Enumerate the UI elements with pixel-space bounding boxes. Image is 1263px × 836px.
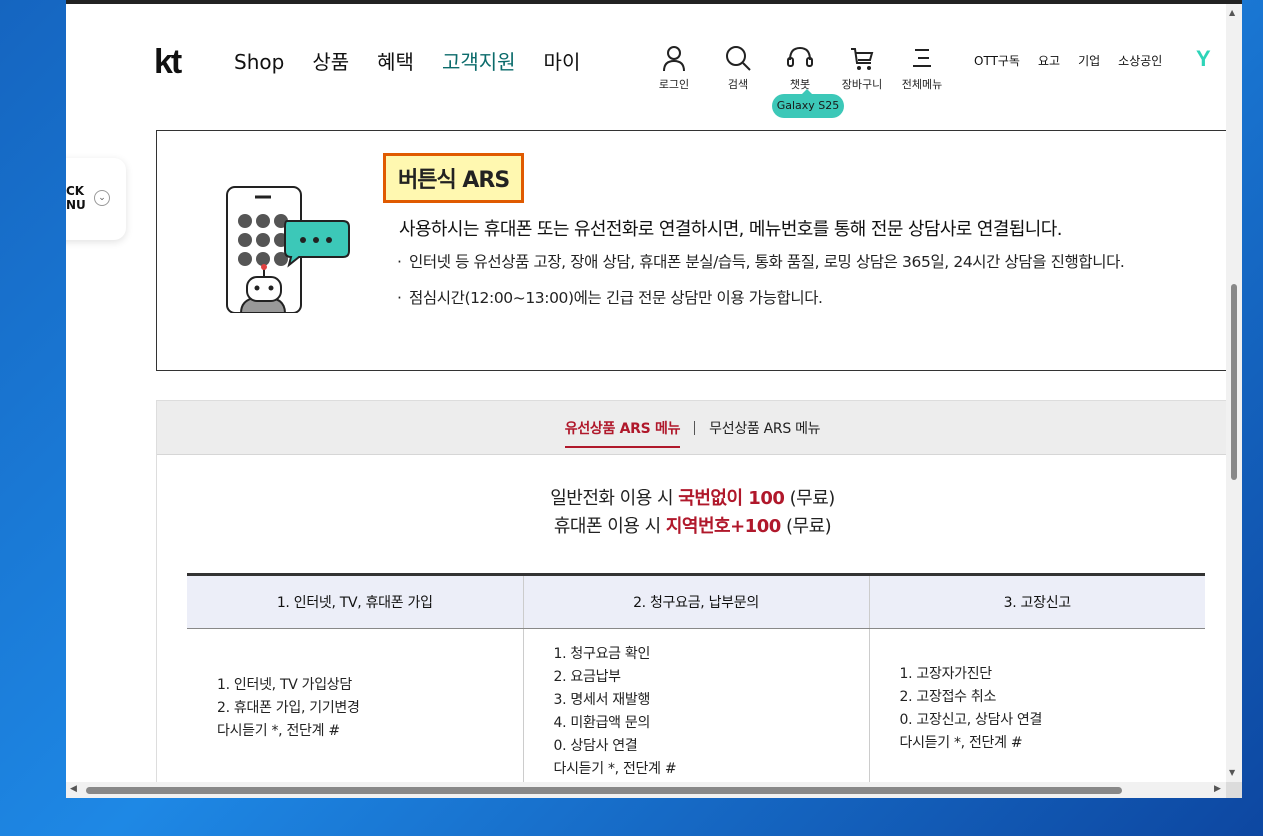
header-links: OTT구독 요고 기업 소상공인 [974, 52, 1162, 69]
link-small-business[interactable]: 소상공인 [1118, 52, 1162, 69]
chatbot-button[interactable]: 챗봇 [770, 44, 830, 92]
vertical-scroll-thumb[interactable] [1231, 284, 1237, 480]
call-info-landline: 일반전화 이용 시 국번없이 100 (무료) [550, 488, 835, 509]
horizontal-scrollbar[interactable]: ◀ ▶ [66, 782, 1226, 798]
table-row: 1. 인터넷, TV 가입상담 2. 휴대폰 가입, 기기변경 다시듣기 *, 전단… [187, 628, 1205, 789]
ars-bullet: 인터넷 등 유선상품 고장, 장애 상담, 휴대폰 분실/습득, 통화 품질, … [397, 249, 1187, 275]
quick-menu-label: CK NU [66, 184, 86, 212]
link-ott[interactable]: OTT구독 [974, 52, 1020, 69]
galaxy-badge[interactable]: Galaxy S25 [772, 89, 844, 118]
quick-menu[interactable]: CK NU ⌄ [66, 158, 126, 240]
ars-title-highlight: 버튼식 ARS [383, 153, 525, 203]
tab-wireless-ars[interactable]: 무선상품 ARS 메뉴 [709, 410, 820, 446]
scroll-left-icon[interactable]: ◀ [70, 784, 77, 794]
vertical-scrollbar[interactable]: ▲ ▼ [1226, 4, 1242, 784]
search-button[interactable]: 검색 [708, 44, 768, 92]
cart-icon [851, 48, 874, 70]
nav-products[interactable]: 상품 [312, 48, 349, 76]
ars-bullet-list: 인터넷 등 유선상품 고장, 장애 상담, 휴대폰 분실/습득, 통화 품질, … [397, 249, 1187, 321]
scroll-right-icon[interactable]: ▶ [1214, 784, 1221, 794]
main-nav: Shop 상품 혜택 고객지원 마이 [234, 48, 580, 76]
cart-button[interactable]: 장바구니 [832, 44, 892, 92]
chevron-down-icon[interactable]: ⌄ [94, 190, 110, 206]
ars-description: 사용하시는 휴대폰 또는 유선전화로 연결하시면, 메뉴번호를 통해 전문 상담… [399, 219, 1062, 240]
login-button[interactable]: 로그인 [644, 44, 704, 92]
site-header: kt Shop 상품 혜택 고객지원 마이 로그인 검색 챗봇 장바구니 전체메… [66, 4, 1226, 124]
person-icon [663, 46, 685, 72]
search-icon [726, 46, 751, 71]
scroll-up-icon[interactable]: ▲ [1229, 8, 1235, 17]
nav-benefits[interactable]: 혜택 [377, 48, 414, 76]
table-header: 3. 고장신고 [869, 574, 1205, 629]
horizontal-scroll-thumb[interactable] [86, 787, 1122, 794]
table-cell-join: 1. 인터넷, TV 가입상담 2. 휴대폰 가입, 기기변경 다시듣기 *, 전단… [187, 628, 524, 789]
headset-icon [787, 46, 813, 67]
table-header: 2. 청구요금, 납부문의 [523, 574, 870, 629]
scroll-down-icon[interactable]: ▼ [1229, 768, 1235, 777]
ars-menu-table: 1. 인터넷, TV, 휴대폰 가입 2. 청구요금, 납부문의 3. 고장신고… [187, 573, 1205, 789]
nav-my[interactable]: 마이 [544, 48, 581, 76]
chatbot-label: 챗봇 [789, 78, 811, 91]
link-yogo[interactable]: 요고 [1038, 52, 1060, 69]
table-header: 1. 인터넷, TV, 휴대폰 가입 [187, 574, 524, 629]
ars-title: 버튼식 ARS [398, 168, 510, 193]
all-menu-button[interactable]: 전체메뉴 [892, 44, 952, 92]
ars-bullet: 점심시간(12:00~13:00)에는 긴급 전문 상담만 이용 가능합니다. [397, 285, 1187, 311]
nav-support[interactable]: 고객지원 [442, 48, 516, 76]
browser-window: kt Shop 상품 혜택 고객지원 마이 로그인 검색 챗봇 장바구니 전체메… [66, 0, 1242, 798]
menu-icon [913, 49, 931, 67]
tab-bar: 유선상품 ARS 메뉴 무선상품 ARS 메뉴 [157, 401, 1228, 455]
all-menu-label: 전체메뉴 [901, 78, 943, 91]
nav-shop[interactable]: Shop [234, 48, 284, 76]
tab-wired-ars[interactable]: 유선상품 ARS 메뉴 [564, 410, 681, 448]
ars-info-box: 버튼식 ARS 사용하시는 휴대폰 또는 유선전화로 연결하시면, 메뉴번호를 … [156, 130, 1228, 371]
ars-menu-section: 유선상품 ARS 메뉴 무선상품 ARS 메뉴 일반전화 이용 시 국번없이 1… [156, 400, 1228, 798]
table-header-row: 1. 인터넷, TV, 휴대폰 가입 2. 청구요금, 납부문의 3. 고장신고 [187, 574, 1205, 629]
search-label: 검색 [727, 78, 749, 91]
login-label: 로그인 [658, 78, 690, 91]
table-cell-billing: 1. 청구요금 확인 2. 요금납부 3. 명세서 재발행 4. 미환급액 문의 0. … [523, 628, 870, 789]
call-info-mobile: 휴대폰 이용 시 지역번호+100 (무료) [553, 516, 832, 537]
scroll-corner [1226, 782, 1242, 798]
phone-chatbot-illustration [226, 186, 350, 313]
link-business[interactable]: 기업 [1078, 52, 1100, 69]
tab-divider [694, 420, 696, 435]
y-logo[interactable]: Y [1196, 46, 1211, 72]
kt-logo[interactable]: kt [154, 42, 182, 82]
call-info: 일반전화 이용 시 국번없이 100 (무료) 휴대폰 이용 시 지역번호+10… [157, 485, 1228, 541]
cart-label: 장바구니 [841, 78, 883, 91]
table-cell-repair: 1. 고장자가진단 2. 고장접수 취소 0. 고장신고, 상담사 연결 다시듣기 *… [899, 665, 1043, 751]
